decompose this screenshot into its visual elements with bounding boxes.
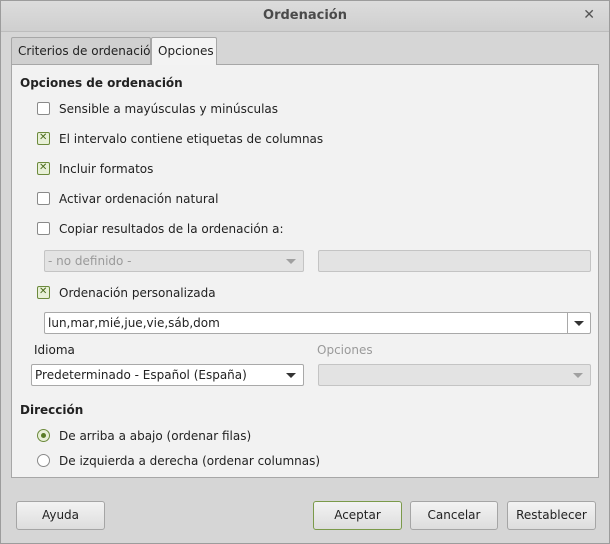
custom-order-select[interactable]: lun,mar,mié,jue,vie,sáb,dom: [44, 312, 591, 334]
case-sensitive-label: Sensible a mayúsculas y minúsculas: [59, 102, 279, 116]
chevron-down-icon: [286, 259, 296, 264]
direction-left-to-right-label: De izquierda a derecha (ordenar columnas…: [59, 454, 321, 468]
reset-button[interactable]: Restablecer: [507, 501, 596, 530]
language-select[interactable]: Predeterminado - Español (España): [31, 364, 304, 386]
section-title-sort-options: Opciones de ordenación: [20, 76, 183, 90]
copy-target-value: - no definido -: [48, 254, 132, 268]
sort-dialog: Ordenación ✕ Criterios de ordenación Opc…: [0, 0, 610, 544]
language-value: Predeterminado - Español (España): [35, 368, 247, 382]
direction-top-to-bottom-label: De arriba a abajo (ordenar filas): [59, 429, 252, 443]
algorithm-options-label: Opciones: [317, 343, 373, 357]
help-button[interactable]: Ayuda: [16, 501, 105, 530]
ok-button[interactable]: Aceptar: [313, 501, 402, 530]
section-title-direction: Dirección: [20, 403, 84, 417]
natural-sort-label: Activar ordenación natural: [59, 192, 219, 206]
window-title: Ordenación: [263, 8, 347, 23]
copy-results-label: Copiar resultados de la ordenación a:: [59, 222, 284, 236]
direction-top-to-bottom-option[interactable]: De arriba a abajo (ordenar filas): [37, 427, 251, 445]
include-formats-label: Incluir formatos: [59, 162, 154, 176]
direction-left-to-right-option[interactable]: De izquierda a derecha (ordenar columnas…: [37, 452, 320, 470]
has-headers-option[interactable]: El intervalo contiene etiquetas de colum…: [37, 129, 324, 148]
natural-sort-checkbox[interactable]: [37, 192, 50, 205]
copy-target-input[interactable]: [318, 250, 591, 272]
include-formats-option[interactable]: Incluir formatos: [37, 159, 154, 178]
custom-order-checkbox[interactable]: [37, 283, 50, 301]
chevron-down-icon: [286, 373, 296, 378]
direction-left-to-right-radio[interactable]: [37, 454, 50, 467]
include-formats-checkbox[interactable]: [37, 159, 50, 177]
has-headers-label: El intervalo contiene etiquetas de colum…: [59, 132, 324, 146]
title-bar[interactable]: Ordenación ✕: [1, 1, 609, 32]
custom-order-dropdown-button[interactable]: [567, 313, 590, 333]
custom-order-value: lun,mar,mié,jue,vie,sáb,dom: [48, 316, 220, 330]
case-sensitive-option[interactable]: Sensible a mayúsculas y minúsculas: [37, 100, 278, 118]
chevron-down-icon: [574, 321, 584, 326]
natural-sort-option[interactable]: Activar ordenación natural: [37, 190, 218, 208]
copy-results-option[interactable]: Copiar resultados de la ordenación a:: [37, 220, 284, 238]
direction-top-to-bottom-radio[interactable]: [37, 429, 50, 442]
close-icon[interactable]: ✕: [583, 7, 595, 23]
copy-target-select[interactable]: - no definido -: [44, 250, 304, 272]
language-label: Idioma: [34, 343, 75, 357]
tab-options[interactable]: Opciones: [151, 37, 217, 65]
cancel-button[interactable]: Cancelar: [410, 501, 498, 530]
tab-sort-criteria[interactable]: Criterios de ordenación: [11, 37, 158, 64]
custom-order-label: Ordenación personalizada: [59, 286, 216, 300]
copy-results-checkbox[interactable]: [37, 222, 50, 235]
chevron-down-icon: [573, 373, 583, 378]
has-headers-checkbox[interactable]: [37, 129, 50, 147]
custom-order-option[interactable]: Ordenación personalizada: [37, 283, 216, 302]
algorithm-options-select[interactable]: [318, 364, 591, 386]
case-sensitive-checkbox[interactable]: [37, 102, 50, 115]
